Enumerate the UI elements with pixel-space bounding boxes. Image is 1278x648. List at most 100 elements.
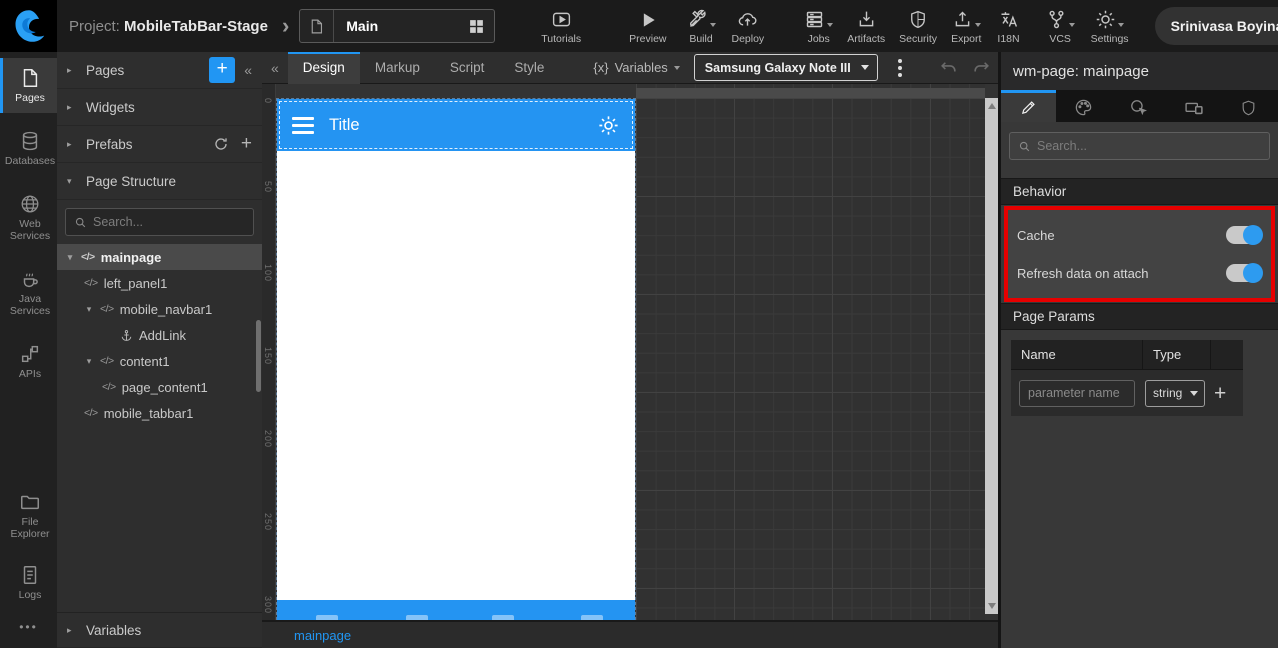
grid-icon[interactable]	[468, 18, 485, 35]
sidebar-item-databases[interactable]: Databases	[0, 121, 57, 176]
tab-properties[interactable]	[1001, 90, 1056, 122]
tree-node-mobile-tabbar1[interactable]: </> mobile_tabbar1	[57, 400, 262, 426]
preview-button[interactable]: Preview	[629, 8, 667, 45]
refresh-prefabs-icon[interactable]	[213, 136, 229, 152]
section-pages[interactable]: ▸ Pages + «	[57, 52, 262, 89]
sidebar-item-label: Pages	[15, 92, 45, 104]
sidebar-item-file-explorer[interactable]: File Explorer	[0, 482, 57, 549]
page-params-section-header[interactable]: Page Params	[1001, 303, 1278, 330]
collapse-panel-icon[interactable]: «	[244, 62, 252, 78]
section-prefabs[interactable]: ▸ Prefabs +	[57, 126, 262, 163]
behavior-section-header[interactable]: Behavior	[1001, 178, 1278, 205]
security-button[interactable]: Security	[899, 8, 937, 45]
tab-markup[interactable]: Markup	[360, 52, 435, 84]
navbar-gear-icon[interactable]	[597, 114, 620, 137]
build-button[interactable]: Build	[687, 8, 716, 45]
tree-node-label: mainpage	[100, 249, 162, 265]
settings-button[interactable]: Settings	[1091, 8, 1129, 45]
sidebar-item-pages[interactable]: Pages	[0, 58, 57, 114]
tab-devices[interactable]	[1166, 90, 1221, 122]
properties-search-input[interactable]	[1037, 139, 1261, 153]
mobile-tabbar-widget[interactable]	[277, 600, 635, 620]
tree-scrollbar[interactable]	[256, 320, 261, 392]
param-type-select-wrap: string	[1145, 379, 1205, 407]
api-nodes-icon	[19, 343, 41, 365]
tree-node-content1[interactable]: ▾ </> content1	[57, 348, 262, 374]
canvas-scrollbar[interactable]	[985, 98, 998, 614]
add-page-button[interactable]: +	[209, 57, 236, 83]
vcs-button[interactable]: VCS	[1046, 8, 1075, 45]
settings-chevron-icon	[1118, 22, 1125, 27]
page-selector[interactable]: Main	[299, 9, 496, 43]
cache-toggle[interactable]	[1226, 225, 1263, 245]
caret-down-icon[interactable]: ▾	[84, 304, 94, 315]
phone-preview[interactable]: Title	[276, 98, 636, 620]
tab-styles[interactable]	[1056, 90, 1111, 122]
artifacts-button[interactable]: Artifacts	[847, 8, 885, 45]
caret-down-icon[interactable]: ▾	[65, 252, 75, 263]
scroll-up-icon[interactable]	[987, 103, 996, 109]
user-menu[interactable]: Srinivasa Boyina SB	[1154, 7, 1278, 45]
sidebar-item-logs[interactable]: Logs	[0, 555, 57, 610]
folder-icon	[19, 491, 41, 513]
cache-label: Cache	[1017, 227, 1055, 243]
ruler-mark: 0	[263, 98, 273, 105]
sidebar-item-apis[interactable]: APIs	[0, 334, 57, 389]
sidebar-item-java-services[interactable]: Java Services	[0, 259, 57, 326]
undo-button[interactable]	[939, 58, 958, 77]
export-label: Export	[951, 32, 982, 45]
tab-security[interactable]	[1221, 90, 1276, 122]
tree-node-mainpage[interactable]: ▾ </> mainpage	[57, 244, 262, 270]
page-content-widget[interactable]	[277, 151, 635, 600]
tree-node-mobile-navbar1[interactable]: ▾ </> mobile_navbar1	[57, 296, 262, 322]
redo-button[interactable]	[972, 58, 991, 77]
tutorials-button[interactable]: Tutorials	[541, 8, 581, 45]
add-prefab-button[interactable]: +	[241, 133, 252, 155]
caret-down-icon[interactable]: ▾	[84, 356, 94, 367]
i18n-button[interactable]: I18N	[997, 8, 1020, 45]
export-button[interactable]: Export	[951, 8, 981, 45]
variables-menu[interactable]: {x} Variables	[593, 60, 680, 75]
caret-down-icon: ▾	[67, 175, 72, 186]
collapse-left-icon[interactable]: «	[262, 60, 288, 76]
project-chevron-icon[interactable]: ›	[282, 13, 289, 39]
structure-search[interactable]	[65, 208, 254, 236]
canvas-grid[interactable]	[636, 84, 985, 620]
section-page-structure[interactable]: ▾ Page Structure	[57, 163, 262, 200]
mobile-navbar-title[interactable]: Title	[329, 116, 360, 135]
app-logo[interactable]	[0, 0, 57, 52]
tab-events[interactable]	[1111, 90, 1166, 122]
design-canvas[interactable]: 0 50 100 150 200 250 300 Title	[262, 84, 998, 620]
sidebar-item-label: Web Services	[9, 218, 51, 243]
section-variables[interactable]: ▸ Variables	[57, 612, 262, 648]
variables-menu-label: Variables	[614, 60, 668, 75]
structure-search-input[interactable]	[93, 215, 245, 229]
sidebar-more-button[interactable]: •••	[0, 610, 57, 648]
scroll-down-icon[interactable]	[987, 603, 996, 609]
hamburger-menu-icon[interactable]	[292, 116, 314, 134]
deploy-button[interactable]: Deploy	[732, 8, 764, 45]
project-label: Project:	[69, 17, 120, 35]
refresh-data-toggle[interactable]	[1226, 263, 1263, 283]
param-type-select[interactable]: string	[1145, 379, 1205, 407]
more-options-button[interactable]	[892, 55, 908, 81]
page-tab-mainpage[interactable]: mainpage	[294, 628, 351, 643]
properties-search[interactable]	[1009, 132, 1270, 160]
tree-node-left-panel1[interactable]: </> left_panel1	[57, 270, 262, 296]
tab-script[interactable]: Script	[435, 52, 500, 84]
user-name: Srinivasa Boyina	[1170, 18, 1278, 34]
param-name-input[interactable]	[1019, 379, 1135, 407]
tree-node-addlink[interactable]: AddLink	[57, 322, 262, 348]
device-select[interactable]: Samsung Galaxy Note III	[693, 54, 878, 81]
param-type-header: Type	[1143, 340, 1211, 370]
section-label: Prefabs	[86, 136, 133, 152]
sidebar-item-web-services[interactable]: Web Services	[0, 184, 57, 251]
tab-style[interactable]: Style	[499, 52, 559, 84]
tab-design[interactable]: Design	[287, 51, 360, 84]
add-param-button[interactable]: +	[1214, 383, 1226, 404]
mobile-navbar-widget[interactable]: Title	[277, 99, 635, 151]
jobs-button[interactable]: Jobs	[804, 8, 834, 45]
tree-node-page-content1[interactable]: </> page_content1	[57, 374, 262, 400]
sidebar-item-label: Databases	[4, 155, 56, 168]
section-widgets[interactable]: ▸ Widgets	[57, 89, 262, 126]
